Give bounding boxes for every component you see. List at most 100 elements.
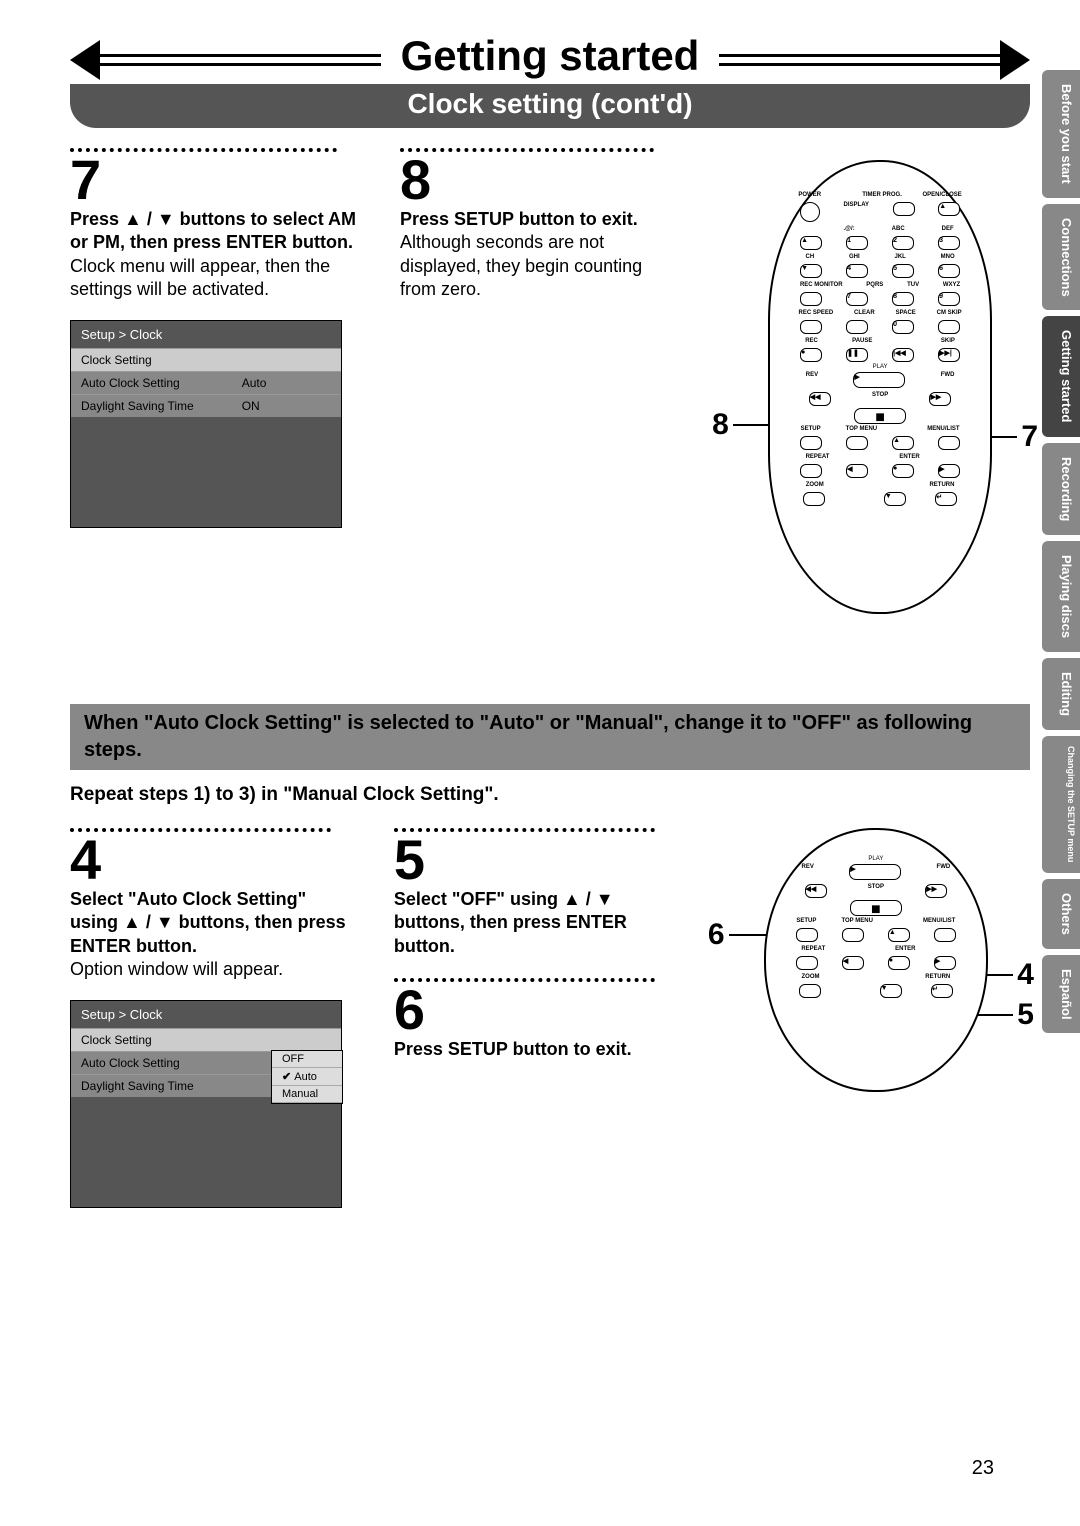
num-0-button: 0 bbox=[892, 320, 914, 334]
num-5-button: 5 bbox=[892, 264, 914, 278]
zoom-button bbox=[803, 492, 825, 506]
repeat-button bbox=[800, 464, 822, 478]
option-auto: Auto bbox=[272, 1068, 342, 1086]
option-popup: OFF Auto Manual bbox=[271, 1050, 343, 1104]
tab-getting-started[interactable]: Getting started bbox=[1042, 316, 1080, 436]
option-off: OFF bbox=[272, 1051, 342, 1068]
step-7-body: Clock menu will appear, then the setting… bbox=[70, 255, 360, 302]
right-arrow-button: ▶ bbox=[938, 464, 960, 478]
tab-others[interactable]: Others bbox=[1042, 879, 1080, 949]
open-close-button: ▲ bbox=[938, 202, 960, 216]
step-5-heading: Select "OFF" using ▲ / ▼ buttons, then p… bbox=[394, 888, 678, 958]
skip-prev-button: |◀◀ bbox=[892, 348, 914, 362]
menu-list-button-2 bbox=[934, 928, 956, 942]
timer-button bbox=[893, 202, 915, 216]
tab-before-you-start[interactable]: Before you start bbox=[1042, 70, 1080, 198]
tab-espanol[interactable]: Español bbox=[1042, 955, 1080, 1034]
return-button-2: ↵ bbox=[931, 984, 953, 998]
rev-button: ◀◀ bbox=[809, 392, 831, 406]
menu-row-dst-2: Daylight Saving Time bbox=[81, 1079, 242, 1093]
num-9-button: 9 bbox=[938, 292, 960, 306]
setup-button bbox=[800, 436, 822, 450]
callout-8: 8 bbox=[712, 408, 773, 442]
step-6-number: 6 bbox=[394, 982, 678, 1038]
num-1-button: 1 bbox=[846, 236, 868, 250]
stop-button-2: ■ bbox=[850, 900, 902, 916]
step-5-number: 5 bbox=[394, 832, 678, 888]
note-subtitle: Repeat steps 1) to 3) in "Manual Clock S… bbox=[70, 784, 1030, 806]
menu-row-dst: Daylight Saving Time bbox=[81, 399, 242, 413]
rev-button-2: ◀◀ bbox=[805, 884, 827, 898]
enter-button-2: ● bbox=[888, 956, 910, 970]
num-8-button: 8 bbox=[892, 292, 914, 306]
clear-button bbox=[846, 320, 868, 334]
page-header: Getting started Clock setting (cont'd) bbox=[70, 40, 1030, 128]
tab-connections[interactable]: Connections bbox=[1042, 204, 1080, 311]
step-8-number: 8 bbox=[400, 152, 676, 208]
remote-illustration-full: 8 7 POWERTIMER PROG.OPEN/CLOSE DISPLAY▲ … bbox=[768, 160, 988, 614]
up-arrow-button: ▲ bbox=[892, 436, 914, 450]
cm-skip-button bbox=[938, 320, 960, 334]
rec-button: ● bbox=[800, 348, 822, 362]
rec-monitor-button bbox=[800, 292, 822, 306]
callout-6: 6 bbox=[708, 918, 769, 952]
up-arrow-button-2: ▲ bbox=[888, 928, 910, 942]
ch-down-button: ▼ bbox=[800, 264, 822, 278]
step-7-number: 7 bbox=[70, 152, 360, 208]
section-tabs: Before you start Connections Getting sta… bbox=[1042, 70, 1080, 1033]
menu-breadcrumb-2: Setup > Clock bbox=[71, 1001, 341, 1028]
tab-recording[interactable]: Recording bbox=[1042, 443, 1080, 535]
num-2-button: 2 bbox=[892, 236, 914, 250]
option-manual: Manual bbox=[272, 1086, 342, 1103]
left-arrow-button-2: ◀ bbox=[842, 956, 864, 970]
rec-speed-button bbox=[800, 320, 822, 334]
clock-menu-preview: Setup > Clock Clock Setting Auto Clock S… bbox=[70, 320, 342, 528]
num-4-button: 4 bbox=[846, 264, 868, 278]
fwd-button: ▶▶ bbox=[929, 392, 951, 406]
step-8-body: Although seconds are not displayed, they… bbox=[400, 231, 676, 301]
note-banner: When "Auto Clock Setting" is selected to… bbox=[70, 704, 1030, 770]
banner-arrow-left-icon bbox=[70, 40, 100, 80]
page-number: 23 bbox=[972, 1457, 994, 1480]
step-4-body: Option window will appear. bbox=[70, 958, 354, 981]
setup-button-2 bbox=[796, 928, 818, 942]
page-title: Getting started bbox=[381, 32, 720, 80]
pause-button: ❚❚ bbox=[846, 348, 868, 362]
power-button bbox=[800, 202, 820, 222]
play-button: ▶ bbox=[853, 372, 905, 388]
banner-arrow-right-icon bbox=[1000, 40, 1030, 80]
menu-list-button bbox=[938, 436, 960, 450]
step-4-heading: Select "Auto Clock Setting" using ▲ / ▼ … bbox=[70, 888, 354, 958]
remote-illustration-partial: PLAY REV▶FWD ◀◀STOP▶▶ ■ SETUPTOP MENUMEN… bbox=[764, 828, 988, 1092]
left-arrow-button: ◀ bbox=[846, 464, 868, 478]
skip-next-button: ▶▶| bbox=[938, 348, 960, 362]
down-arrow-button: ▼ bbox=[884, 492, 906, 506]
fwd-button-2: ▶▶ bbox=[925, 884, 947, 898]
step-6-heading: Press SETUP button to exit. bbox=[394, 1038, 678, 1061]
enter-button: ● bbox=[892, 464, 914, 478]
tab-editing[interactable]: Editing bbox=[1042, 658, 1080, 730]
top-menu-button bbox=[846, 436, 868, 450]
tab-changing-setup[interactable]: Changing the SETUP menu bbox=[1042, 736, 1080, 872]
num-7-button: 7 bbox=[846, 292, 868, 306]
step-4-number: 4 bbox=[70, 832, 354, 888]
top-menu-button-2 bbox=[842, 928, 864, 942]
menu-row-auto-clock: Auto Clock Setting bbox=[81, 376, 242, 390]
stop-button: ■ bbox=[854, 408, 906, 424]
tab-playing-discs[interactable]: Playing discs bbox=[1042, 541, 1080, 652]
right-arrow-button-2: ▶ bbox=[934, 956, 956, 970]
repeat-button-2 bbox=[796, 956, 818, 970]
step-7-heading: Press ▲ / ▼ buttons to select AM or PM, … bbox=[70, 208, 360, 255]
menu-row-clock-setting-2: Clock Setting bbox=[81, 1033, 242, 1047]
page-subtitle: Clock setting (cont'd) bbox=[70, 84, 1030, 128]
ch-up-button: ▲ bbox=[800, 236, 822, 250]
step-8-heading: Press SETUP button to exit. bbox=[400, 208, 676, 231]
play-button-2: ▶ bbox=[849, 864, 901, 880]
clock-menu-preview-2: Setup > Clock Clock Setting Auto Clock S… bbox=[70, 1000, 342, 1208]
return-button: ↵ bbox=[935, 492, 957, 506]
down-arrow-button-2: ▼ bbox=[880, 984, 902, 998]
menu-breadcrumb: Setup > Clock bbox=[71, 321, 341, 348]
num-6-button: 6 bbox=[938, 264, 960, 278]
num-3-button: 3 bbox=[938, 236, 960, 250]
menu-row-clock-setting: Clock Setting bbox=[81, 353, 242, 367]
